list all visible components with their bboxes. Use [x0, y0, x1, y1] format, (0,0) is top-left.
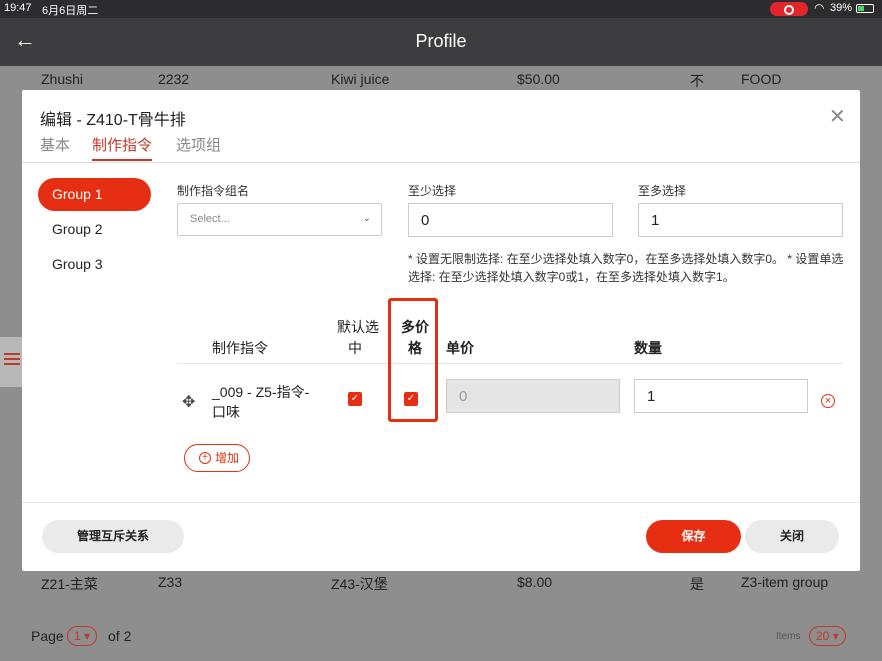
status-date: 6月6日周二 [42, 5, 99, 17]
drag-handle-icon[interactable]: ✥ [182, 392, 195, 412]
page-select[interactable]: 1 ▾ [67, 626, 98, 646]
battery-percent: 39% [830, 2, 853, 14]
add-button[interactable]: + 增加 [184, 444, 250, 472]
tab-basic[interactable]: 基本 [40, 134, 70, 155]
group-item-1[interactable]: Group 1 [38, 178, 151, 211]
col-instruction: 制作指令 [212, 340, 268, 356]
cell: $50.00 [517, 71, 560, 87]
cell: $8.00 [517, 574, 553, 590]
col-quantity: 数量 [634, 340, 662, 356]
min-select-label: 至少选择 [408, 184, 457, 198]
default-selected-checkbox[interactable]: ✓ [348, 392, 362, 406]
max-select-label: 至多选择 [638, 184, 687, 198]
items-select[interactable]: 20 ▾ [809, 626, 846, 646]
max-select-input[interactable]: 1 [638, 203, 843, 237]
cell: Z21-主菜 [41, 576, 98, 592]
multi-price-checkbox[interactable]: ✓ [404, 392, 418, 406]
cell: 不 [690, 73, 704, 89]
help-note: * 设置无限制选择: 在至少选择处填入数字0，在至多选择处填入数字0。 * 设置… [408, 252, 844, 284]
modal-title: 编辑 - Z410-T骨牛排 [40, 112, 186, 129]
cell: FOOD [741, 71, 782, 87]
divider [22, 162, 860, 163]
close-button[interactable]: 关闭 [745, 520, 839, 553]
instruction-name-2: 口味 [212, 404, 240, 420]
menu-icon [4, 353, 20, 355]
battery-icon [856, 4, 874, 13]
tab-option-groups[interactable]: 选项组 [176, 134, 221, 155]
close-icon[interactable]: ✕ [829, 104, 846, 129]
cell: Z43-汉堡 [331, 576, 388, 592]
cell: Zhushi [41, 71, 84, 87]
cell: 是 [690, 576, 704, 592]
app-header: ← Profile [0, 18, 882, 66]
page-label: Page [31, 628, 64, 644]
table-divider [177, 363, 843, 364]
group-item-2[interactable]: Group 2 [38, 213, 151, 246]
manage-exclusion-button[interactable]: 管理互斥关系 [42, 520, 184, 553]
group-name-label: 制作指令组名 [177, 184, 250, 198]
cell: 2232 [158, 71, 190, 87]
status-time: 19:47 [4, 2, 32, 14]
col-unit-price: 单价 [446, 340, 474, 356]
edit-modal: 编辑 - Z410-T骨牛排 ✕ 基本 制作指令 选项组 Group 1 Gro… [22, 90, 860, 571]
cell: Z3-item group [741, 574, 829, 590]
remove-icon[interactable]: × [821, 394, 835, 408]
min-select-input[interactable]: 0 [408, 203, 613, 237]
divider [22, 502, 860, 503]
cell: Kiwi juice [331, 71, 390, 87]
status-bar: 19:47 6月6日周二 ◠ 39% [0, 0, 882, 18]
col-default-2: 中 [348, 340, 362, 356]
save-button[interactable]: 保存 [646, 520, 741, 553]
instruction-name-1: _009 - Z5-指令- [212, 384, 310, 400]
col-default-1: 默认选 [337, 319, 379, 335]
cell: Z33 [158, 574, 183, 590]
chevron-down-icon: ⌄ [362, 213, 371, 224]
side-menu-tab[interactable] [0, 337, 22, 387]
pagination: Page 1 ▾ of 2 Items 20 ▾ [0, 620, 882, 650]
screen-record-icon [770, 2, 808, 16]
group-name-select[interactable]: Select... ⌄ [177, 203, 382, 236]
page-count: of 2 [108, 628, 132, 644]
quantity-input[interactable]: 1 [634, 379, 808, 413]
wifi-icon: ◠ [814, 1, 825, 15]
items-label: Items [776, 631, 801, 642]
page-title: Profile [415, 31, 467, 51]
tab-instructions[interactable]: 制作指令 [92, 134, 153, 161]
plus-circle-icon: + [199, 452, 211, 464]
group-item-3[interactable]: Group 3 [38, 248, 151, 281]
unit-price-input[interactable]: 0 [446, 379, 620, 413]
